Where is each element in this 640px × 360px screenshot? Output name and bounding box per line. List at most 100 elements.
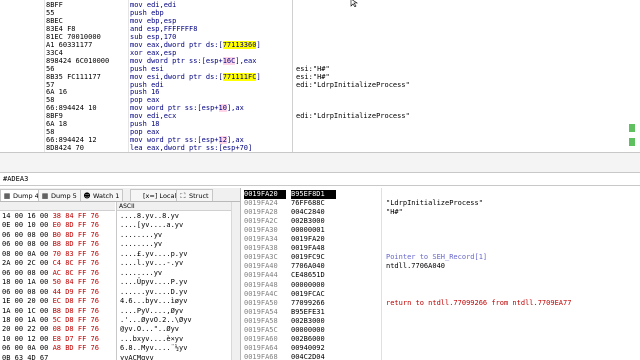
ascii-row[interactable]: yvACMgyv (120, 354, 154, 360)
stack-row[interactable]: 0019FA38 0019FA48 (241, 244, 640, 253)
address-status-line: #ADEA3 (0, 172, 640, 186)
ascii-column[interactable]: ASCII ....8.yv..8.yv ....[yv....a.yv.....… (116, 202, 231, 360)
stack-address: 0019FA34 (244, 235, 278, 244)
hex-bytes: 1A 00 1C 00 (2, 306, 53, 315)
stack-pane[interactable]: 0019FA20 B95EF8D1 0019FA24 76FF688C "LdrpIni… (240, 188, 640, 360)
ascii-row[interactable]: ....PyV....,Øyv (120, 307, 183, 317)
ascii-row[interactable]: @yv.O..."..Øyv (120, 325, 179, 335)
stack-address: 0019FA28 (244, 208, 278, 217)
stack-row[interactable]: 0019FA48 00000000 (241, 281, 640, 290)
stack-row[interactable]: 0019FA34 0019FA20 (241, 235, 640, 244)
memory-dump-pane[interactable]: 14 00 16 00 38 84 FF 76 0E 00 10 00 E0 8D… (0, 202, 240, 360)
hex-row[interactable]: 0B 63 4D 67 (2, 354, 53, 360)
ascii-row[interactable]: ........yv (120, 231, 162, 241)
stack-row[interactable]: 0019FA4C 0019FCAC (241, 290, 640, 299)
ascii-row[interactable]: ...bxyv....è×yv (120, 335, 183, 345)
dump-scrollbar[interactable] (231, 202, 240, 360)
dump-tab-bar: ▦ Dump 4 ▦ Dump 5 ☻ Watch 1 [x=] Locals … (0, 188, 240, 202)
stack-value: 00000000 (291, 280, 325, 289)
stack-value: 00000001 (291, 226, 325, 235)
hex-row[interactable]: 2A 00 2C 00 C4 8C FF 76 (2, 259, 99, 269)
tab-dump-4[interactable]: ▦ Dump 4 (0, 189, 43, 201)
hex-pointer-bytes: 50 84 FF 76 (52, 278, 99, 287)
hex-bytes: 06 00 08 00 (2, 230, 53, 239)
stack-row[interactable]: 0019FA68 004C2D04 (241, 353, 640, 360)
stack-address: 0019FA20 (244, 190, 286, 200)
stack-row[interactable]: 0019FA5C 00000000 (241, 326, 640, 335)
hex-row[interactable]: 18 00 1A 00 50 84 FF 76 (2, 278, 99, 288)
tab-struct[interactable]: ⛶ Struct (176, 189, 213, 201)
hex-pointer-bytes: B8 8D FF 76 (52, 240, 99, 249)
ascii-row[interactable]: ....Üpyv....P.yv (120, 278, 187, 288)
stack-row[interactable]: 0019FA50 77099266 return to ntdll.77099266… (241, 299, 640, 308)
stack-row[interactable]: 0019FA44 CE48651D (241, 271, 640, 280)
stack-address: 0019FA64 (244, 343, 278, 352)
ascii-row[interactable]: 6.8..Myv....¨½yv (120, 344, 187, 354)
hex-row[interactable]: 06 00 08 00 B0 8D FF 76 (2, 231, 99, 241)
stack-address: 0019FA40 (244, 262, 278, 271)
stack-row[interactable]: 0019FA30 00000001 (241, 226, 640, 235)
ascii-row[interactable]: ....l.yv...-.yv (120, 259, 183, 269)
hex-row[interactable]: 06 00 08 00 AC 8C FF 76 (2, 269, 99, 279)
hex-pointer-bytes: 38 84 FF 76 (52, 212, 99, 220)
stack-value: B95EFE31 (291, 307, 325, 316)
disasm-row[interactable]: 8D8424 70 lea eax,dword ptr ss:[esp+70] (0, 143, 625, 152)
hex-bytes: 2A 00 2C 00 (2, 259, 53, 268)
ascii-row[interactable]: 4.6...byv...ìøyv (120, 297, 187, 307)
instruction-bytes: 8D8424 70 (46, 144, 84, 152)
scroll-marker (629, 138, 635, 146)
hex-row[interactable]: 06 00 08 00 44 D9 FF 76 (2, 288, 99, 298)
hex-row[interactable]: 08 00 0A 00 70 83 FF 76 (2, 250, 99, 260)
stack-value: 00000000 (291, 325, 325, 334)
ascii-row[interactable]: ........yv (120, 240, 162, 250)
ascii-row[interactable]: ....8.yv..8.yv (120, 212, 179, 222)
hex-row[interactable]: 18 00 1A 00 5C D8 FF 76 (2, 316, 99, 326)
disassembly-pane[interactable]: 8BFF mov edi,edi 55 push ebp 8BEC mov ebp,esp… (0, 0, 640, 152)
stack-value: 0019FCAC (291, 289, 325, 298)
tab-dump-5[interactable]: ▦ Dump 5 (38, 189, 81, 201)
stack-row[interactable]: 0019FA2C 002B3000 (241, 217, 640, 226)
tab-watch-1[interactable]: ☻ Watch 1 (80, 189, 124, 201)
stack-row[interactable]: 0019FA24 76FF688C "LdrpInitializeProcess" (241, 199, 640, 208)
stack-row[interactable]: 0019FA58 002B3000 (241, 317, 640, 326)
stack-address: 0019FA3C (244, 253, 278, 262)
stack-comment: "H#" (386, 208, 403, 217)
stack-value: 002B3000 (291, 316, 325, 325)
hex-pointer-bytes: B8 D8 FF 76 (52, 306, 99, 315)
stack-row[interactable]: 0019FA60 002B6000 (241, 335, 640, 344)
stack-row[interactable]: 0019FA54 B95EFE31 (241, 308, 640, 317)
ascii-row[interactable]: ....[yv....a.yv (120, 221, 183, 231)
ascii-row[interactable]: ....£.yv....p.yv (120, 250, 187, 260)
stack-comment: return to ntdll.77099266 from ntdll.7709… (386, 298, 572, 307)
stack-row[interactable]: 0019FA64 00940092 (241, 344, 640, 353)
stack-row[interactable]: 0019FA3C 0019FC9C Pointer to SEH_Record[1] (241, 253, 640, 262)
stack-address: 0019FA5C (244, 325, 278, 334)
stack-row[interactable]: 0019FA40 7706A040 ntdll.7706A040 (241, 262, 640, 271)
hex-row[interactable]: 14 00 16 00 38 84 FF 76 (2, 212, 99, 222)
hex-column[interactable]: 14 00 16 00 38 84 FF 76 0E 00 10 00 E0 8D… (0, 202, 115, 360)
stack-address: 0019FA68 (244, 352, 278, 360)
stack-value: 7706A040 (291, 262, 325, 271)
ascii-row[interactable]: ......yv....D.yv (120, 288, 187, 298)
hex-column-header (0, 202, 115, 211)
stack-value: CE48651D (291, 271, 325, 280)
hex-bytes: 0E 00 10 00 (2, 221, 53, 230)
stack-row[interactable]: 0019FA20 B95EF8D1 (241, 190, 640, 200)
hex-row[interactable]: 1A 00 1C 00 B8 D8 FF 76 (2, 307, 99, 317)
tab-label: Struct (189, 192, 209, 200)
dump-icon: ▦ (41, 192, 49, 200)
ascii-row[interactable]: .'...ØyvO.2..\Øyv (120, 316, 192, 326)
hex-bytes: 1E 00 20 00 (2, 297, 53, 306)
ascii-row[interactable]: ........yv (120, 269, 162, 279)
stack-value: 002B3000 (291, 217, 325, 226)
stack-row[interactable]: 0019FA28 004C2840 "H#" (241, 208, 640, 217)
hex-bytes: 06 00 08 00 (2, 268, 53, 277)
hex-row[interactable]: 20 00 22 00 08 D8 FF 76 (2, 325, 99, 335)
scroll-marker (629, 124, 635, 132)
hex-pointer-bytes: E8 D7 FF 76 (52, 334, 99, 343)
hex-row[interactable]: 06 00 0A 00 A8 BD FF 76 (2, 344, 99, 354)
hex-row[interactable]: 0E 00 10 00 E0 8D FF 76 (2, 221, 99, 231)
hex-row[interactable]: 10 00 12 00 E8 D7 FF 76 (2, 335, 99, 345)
hex-row[interactable]: 1E 00 20 00 EC D8 FF 76 (2, 297, 99, 307)
hex-row[interactable]: 06 00 08 00 B8 8D FF 76 (2, 240, 99, 250)
